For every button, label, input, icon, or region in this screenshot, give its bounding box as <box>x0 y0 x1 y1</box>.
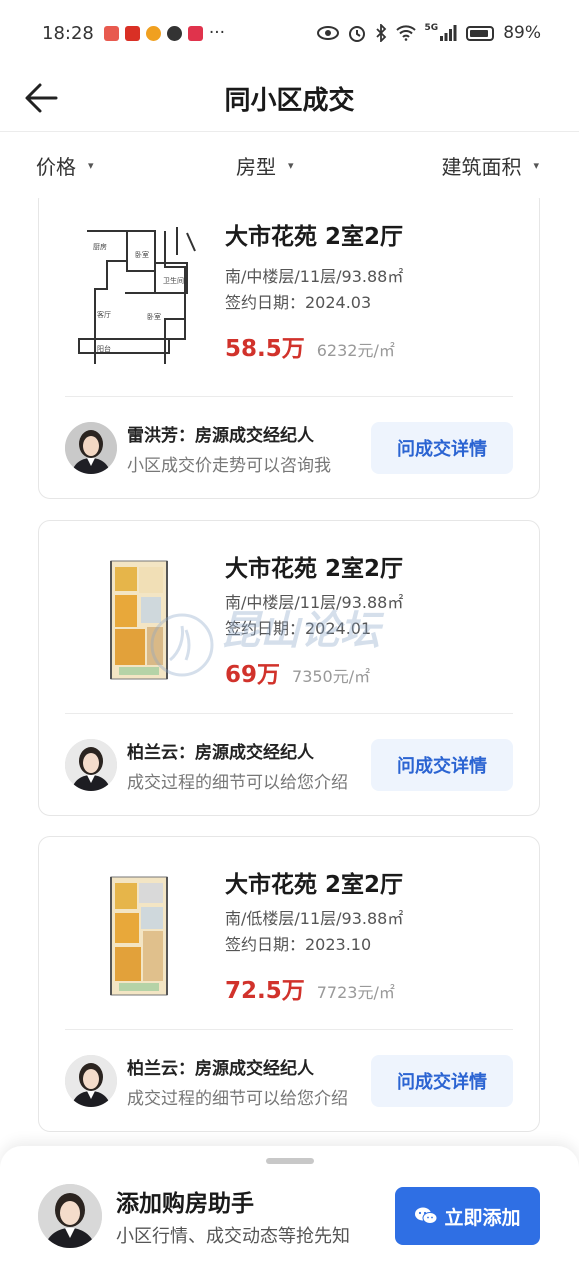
weibo-icon <box>145 25 161 41</box>
transaction-card[interactable]: 大市花苑 2室2厅 南/低楼层/11层/93.88㎡ 签约日期：2023.10 … <box>38 836 540 1132</box>
assistant-subtitle: 小区行情、成交动态等抢先知 <box>116 1226 350 1247</box>
status-right: 5G 89% <box>316 23 541 43</box>
assistant-title: 添加购房助手 <box>116 1191 254 1217</box>
transaction-list: 厨房 卧室 卫生间 客厅 卧室 阳台 大市花苑 2室2厅 南/中楼层/11层/93.88… <box>0 198 579 1148</box>
notification-app-icon <box>124 25 140 41</box>
chevron-down-icon: ▾ <box>88 158 94 172</box>
ask-details-button[interactable]: 问成交详情 <box>371 739 513 791</box>
notification-app-icon <box>166 25 182 41</box>
svg-text:卧室: 卧室 <box>135 250 149 259</box>
listing-title: 大市花苑 2室2厅 <box>225 224 404 250</box>
unit-price: 7350元/㎡ <box>292 667 371 686</box>
filter-label: 房型 <box>236 154 276 179</box>
wechat-icon <box>415 1207 438 1224</box>
unit-price: 6232元/㎡ <box>316 341 395 360</box>
ask-details-button[interactable]: 问成交详情 <box>371 422 513 474</box>
filter-layout[interactable]: 房型 ▾ <box>236 151 294 180</box>
listing-meta: 南/低楼层/11层/93.88㎡ <box>225 909 404 928</box>
status-bar: 18:28 ··· 5G 89% <box>0 0 579 66</box>
total-price: 72.5万 <box>225 978 305 1004</box>
divider <box>65 713 513 714</box>
total-price: 58.5万 <box>225 336 305 362</box>
notification-app-icon <box>103 25 119 41</box>
price-row: 72.5万 7723元/㎡ <box>225 971 395 1005</box>
price-row: 69万 7350元/㎡ <box>225 655 370 689</box>
bluetooth-icon <box>375 24 386 42</box>
floor-plan-image <box>89 545 189 690</box>
listing-date: 签约日期：2024.03 <box>225 293 372 312</box>
svg-text:客厅: 客厅 <box>97 310 111 319</box>
listing-date: 签约日期：2024.01 <box>225 619 372 638</box>
filter-bar: 价格 ▾ 房型 ▾ 建筑面积 ▾ <box>0 132 579 198</box>
more-notifications: ··· <box>208 23 226 43</box>
notification-app-icon <box>187 25 203 41</box>
listing-title: 大市花苑 2室2厅 <box>225 872 404 898</box>
listing-meta: 南/中楼层/11层/93.88㎡ <box>225 267 404 286</box>
filter-area[interactable]: 建筑面积 ▾ <box>441 151 539 180</box>
svg-text:卫生间: 卫生间 <box>163 276 184 285</box>
status-left: 18:28 ··· <box>42 23 225 44</box>
agent-name: 雷洪芳：房源成交经纪人 <box>127 426 314 446</box>
assistant-avatar <box>38 1184 102 1248</box>
unit-price: 7723元/㎡ <box>316 983 395 1002</box>
listing-meta: 南/中楼层/11层/93.88㎡ <box>225 593 404 612</box>
wifi-icon <box>395 25 416 41</box>
ask-details-button[interactable]: 问成交详情 <box>371 1055 513 1107</box>
total-price: 69万 <box>225 662 281 688</box>
alarm-icon <box>348 26 365 42</box>
status-time: 18:28 <box>42 22 94 44</box>
divider <box>65 1029 513 1030</box>
floor-plan-image: 厨房卧室卫生间 客厅 卧室阳台 <box>67 219 207 364</box>
transaction-card[interactable]: 大市花苑 2室2厅 南/中楼层/11层/93.88㎡ 签约日期：2024.01 … <box>38 520 540 816</box>
eye-icon <box>316 26 339 40</box>
agent-message: 成交过程的细节可以给您介绍 <box>127 1089 348 1109</box>
network-type: 5G <box>424 23 439 33</box>
filter-label: 价格 <box>36 154 76 179</box>
agent-name: 柏兰云：房源成交经纪人 <box>127 1059 314 1079</box>
agent-avatar[interactable] <box>65 739 117 791</box>
floor-plan-image <box>89 861 189 1006</box>
assistant-panel: 添加购房助手 小区行情、成交动态等抢先知 立即添加 <box>0 1146 579 1280</box>
page-title: 同小区成交 <box>224 86 355 116</box>
filter-label: 建筑面积 <box>441 154 522 179</box>
listing-date: 签约日期：2023.10 <box>225 935 372 954</box>
battery-level: 89% <box>503 23 541 43</box>
transaction-card[interactable]: 厨房 卧室 卫生间 客厅 卧室 阳台 大市花苑 2室2厅 南/中楼层/11层/93.88… <box>38 198 540 499</box>
agent-avatar[interactable] <box>65 1055 117 1107</box>
agent-name: 柏兰云：房源成交经纪人 <box>127 743 314 763</box>
filter-price[interactable]: 价格 ▾ <box>36 151 94 180</box>
svg-text:厨房: 厨房 <box>93 242 107 251</box>
listing-title: 大市花苑 2室2厅 <box>225 556 404 582</box>
agent-message: 小区成交价走势可以咨询我 <box>127 456 331 476</box>
chevron-down-icon: ▾ <box>288 158 294 172</box>
price-row: 58.5万 6232元/㎡ <box>225 329 395 363</box>
svg-text:阳台: 阳台 <box>97 344 111 353</box>
add-button-label: 立即添加 <box>444 1206 521 1229</box>
svg-text:卧室: 卧室 <box>147 312 161 321</box>
add-assistant-button[interactable]: 立即添加 <box>395 1187 540 1245</box>
chevron-down-icon: ▾ <box>533 158 539 172</box>
agent-message: 成交过程的细节可以给您介绍 <box>127 773 348 793</box>
signal-icon <box>440 25 457 41</box>
back-arrow-icon[interactable] <box>22 80 62 116</box>
battery-icon <box>466 25 495 41</box>
nav-bar: 同小区成交 <box>0 66 579 132</box>
agent-avatar[interactable] <box>65 422 117 474</box>
divider <box>65 396 513 397</box>
drag-handle[interactable] <box>266 1158 314 1164</box>
